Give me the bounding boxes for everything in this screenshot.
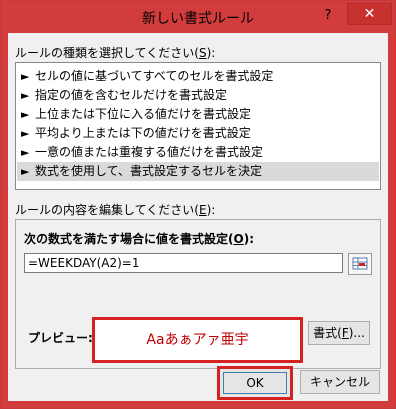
rule-type-label-end: ):	[206, 46, 216, 60]
rule-item-label: 上位または下位に入る値だけを書式設定	[35, 107, 252, 121]
format-button-end: )...	[348, 326, 365, 340]
rule-item-label: 一意の値または重複する値だけを書式設定	[35, 145, 264, 159]
arrow-right-icon: ►	[21, 89, 30, 102]
rule-type-list[interactable]: ► セルの値に基づいてすべてのセルを書式設定 ► 指定の値を含むセルだけを書式設…	[15, 62, 381, 190]
rule-type-label: ルールの種類を選択してください(S):	[15, 44, 215, 61]
preview-label: プレビュー:	[28, 331, 93, 345]
rule-content-label-end: ):	[206, 203, 216, 217]
rule-item-unique-duplicate[interactable]: ► 一意の値または重複する値だけを書式設定	[17, 143, 379, 162]
cancel-button[interactable]: キャンセル	[300, 370, 380, 394]
arrow-right-icon: ►	[21, 165, 30, 178]
rule-content-group: 次の数式を満たす場合に値を書式設定(O): =WEEKDAY(A2)=1 プレビ…	[15, 219, 381, 369]
rule-type-label-text: ルールの種類を選択してください(	[15, 46, 199, 60]
help-button[interactable]: ?	[319, 8, 337, 24]
format-button-label: 書式(	[313, 326, 342, 340]
arrow-right-icon: ►	[21, 127, 30, 140]
rule-item-label: 平均より上または下の値だけを書式設定	[35, 126, 251, 140]
formula-title: 次の数式を満たす場合に値を書式設定(O):	[24, 230, 254, 247]
formula-title-text: 次の数式を満たす場合に値を書式設定(	[24, 232, 234, 246]
title-bar[interactable]: 新しい書式ルール ? ✕	[1, 1, 395, 33]
rule-item-contains[interactable]: ► 指定の値を含むセルだけを書式設定	[17, 86, 379, 105]
rule-item-label: 指定の値を含むセルだけを書式設定	[35, 88, 228, 102]
rule-item-label: セルの値に基づいてすべてのセルを書式設定	[35, 69, 274, 83]
new-formatting-rule-dialog: 新しい書式ルール ? ✕ ルールの種類を選択してください(S): ► セルの値に…	[0, 0, 396, 409]
ok-button[interactable]: OK	[217, 366, 293, 400]
rule-item-average[interactable]: ► 平均より上または下の値だけを書式設定	[17, 124, 379, 143]
close-icon: ✕	[363, 6, 376, 22]
dialog-body: ルールの種類を選択してください(S): ► セルの値に基づいてすべてのセルを書式…	[8, 33, 388, 401]
rule-content-label: ルールの内容を編集してください(E):	[15, 201, 215, 218]
rule-type-mnemonic: S	[198, 46, 207, 60]
rule-item-cell-value[interactable]: ► セルの値に基づいてすべてのセルを書式設定	[17, 67, 379, 86]
formula-input[interactable]: =WEEKDAY(A2)=1	[24, 253, 343, 273]
rule-content-mnemonic: E	[198, 203, 207, 217]
range-select-icon	[352, 257, 368, 270]
ok-focus-ring	[223, 372, 287, 394]
preview-box: Aaあぁアァ亜宇	[92, 317, 303, 363]
arrow-right-icon: ►	[21, 70, 30, 83]
format-button[interactable]: 書式(F)...	[308, 321, 370, 345]
preview-text: Aaあぁアァ亜宇	[146, 332, 249, 348]
rule-item-formula[interactable]: ► 数式を使用して、書式設定するセルを決定	[17, 162, 379, 181]
format-mnemonic: F	[341, 326, 349, 340]
rule-item-top-bottom[interactable]: ► 上位または下位に入る値だけを書式設定	[17, 105, 379, 124]
range-select-button[interactable]	[348, 253, 372, 275]
arrow-right-icon: ►	[21, 108, 30, 121]
close-button[interactable]: ✕	[347, 3, 392, 25]
arrow-right-icon: ►	[21, 146, 30, 159]
rule-item-label: 数式を使用して、書式設定するセルを決定	[35, 164, 263, 178]
rule-content-label-text: ルールの内容を編集してください(	[15, 203, 199, 217]
formula-mnemonic: O	[233, 232, 244, 246]
formula-title-end: ):	[243, 232, 254, 246]
